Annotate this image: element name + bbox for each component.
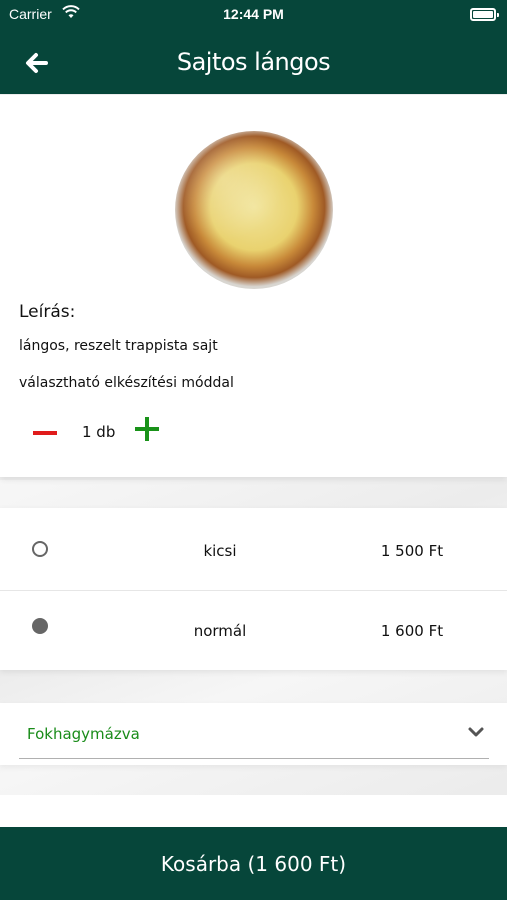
spacer <box>0 795 507 827</box>
product-card: Leírás: lángos, reszelt trappista sajt v… <box>0 95 507 477</box>
add-to-cart-button[interactable]: Kosárba (1 600 Ft) <box>0 827 507 900</box>
description-label: Leírás: <box>19 302 76 322</box>
header: Sajtos lángos <box>0 30 507 94</box>
option-price: 1 500 Ft <box>380 542 444 560</box>
size-option-row[interactable]: normál 1 600 Ft <box>0 590 507 670</box>
radio-button-selected[interactable] <box>32 618 48 634</box>
description-line: lángos, reszelt trappista sajt <box>19 338 218 354</box>
status-time: 12:44 PM <box>223 6 284 22</box>
size-option-row[interactable]: kicsi 1 500 Ft <box>0 510 507 590</box>
option-price: 1 600 Ft <box>380 622 444 640</box>
preparation-select[interactable]: Fokhagymázva <box>19 713 489 759</box>
status-bar: Carrier 12:44 PM <box>0 0 507 30</box>
description-line: választható elkészítési móddal <box>19 375 234 391</box>
preparation-value: Fokhagymázva <box>27 725 140 743</box>
food-photo <box>175 131 333 289</box>
option-name: kicsi <box>203 542 237 560</box>
quantity-plus-button[interactable] <box>135 417 159 441</box>
quantity-minus-button[interactable] <box>33 428 57 438</box>
battery-icon <box>470 8 499 21</box>
page-title: Sajtos lángos <box>176 48 331 76</box>
add-to-cart-label: Kosárba (1 600 Ft) <box>160 852 347 876</box>
radio-button[interactable] <box>32 541 48 557</box>
option-name: normál <box>193 622 247 640</box>
size-options-card: kicsi 1 500 Ft normál 1 600 Ft <box>0 508 507 670</box>
chevron-down-icon[interactable] <box>467 725 485 739</box>
preparation-card: Fokhagymázva <box>0 703 507 765</box>
quantity-value: 1 db <box>82 423 116 441</box>
